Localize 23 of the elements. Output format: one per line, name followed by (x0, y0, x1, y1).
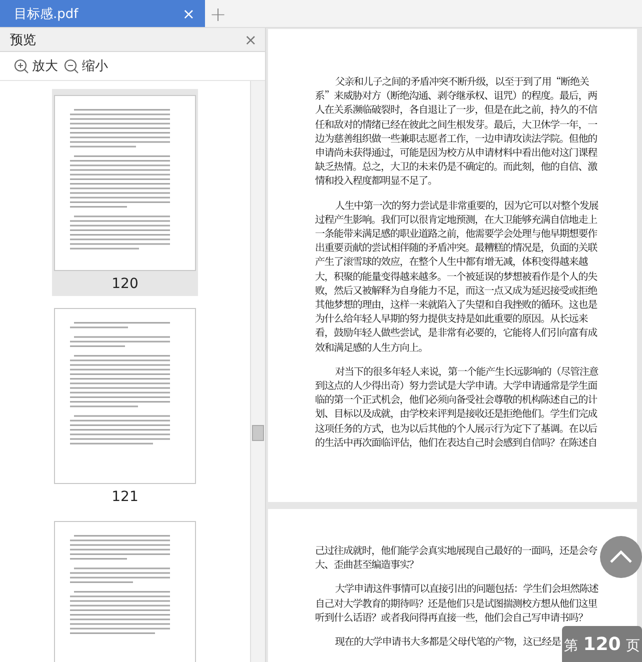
close-panel-button[interactable]: × (244, 30, 257, 48)
page-indicator: 第 120 页 (562, 626, 642, 662)
zoom-out-button[interactable]: 缩小 (64, 57, 108, 75)
page-number: 121 (112, 489, 138, 505)
zoom-in-icon (14, 58, 29, 74)
close-tab-button[interactable]: × (182, 4, 195, 22)
tab-title: 目标感.pdf (14, 6, 78, 22)
paragraph: 己过往成就时，他们能学会真实地展现自己最好的一面吗，还是会夸大、歪曲甚至编造事实？ (315, 543, 598, 572)
paragraph: 父亲和儿子之间的矛盾冲突不断升级，以至于到了用“断绝关系”来威胁对方（断绝沟通、剥夺继承权、诅咒）的程度。最后，两人在关系濒临破裂时，各自退让了一步，但是在此之前，持久的不信任和敌对的情绪已经在彼此之间生根发芽。最后，大卫休学一年，一边为慈善组织做一些兼职志愿者工作，一边申请攻读法学院。但他的申请尚未获得通过，可能是因为校方从申请材料中看出他对这门课程缺乏热情。总之，大卫的未来仍是不确定的。而此刻，他的自信、激情和投入程度都明显不足了。 (315, 74, 598, 188)
paragraph: 对当下的很多年轻人来说，第一个能产生长远影响的（尽管注意到这点的人少得出奇）努力尝试是大学申请。大学申请通常是学生面临的第一个正式机会，他们必须向备受社会尊敬的机构陈述自己的计划、目标以及成就，由学校来评判是接收还是拒绝他们。学生们完成这项任务的方式，也为以后其他的个人展示行为定下了基调。在以后的生活中再次面临评估，他们在表达自己时会感到自信吗？在陈述自 (315, 364, 600, 450)
zoom-out-icon (64, 58, 79, 74)
document-tab[interactable]: 目标感.pdf × (0, 0, 205, 27)
page-thumbnail[interactable]: 121 (52, 302, 198, 509)
scrollbar-thumb[interactable] (252, 425, 264, 441)
zoom-in-button[interactable]: 放大 (14, 57, 58, 75)
page-number: 120 (112, 276, 138, 292)
chevron-up-icon (609, 550, 633, 564)
page-thumbnail[interactable]: 120 (52, 89, 198, 296)
paragraph: 大学申请这件事情可以直接引出的问题包括：学生们会坦然陈述自己对大学教育的期待吗？还是他们只是试图揣测校方想从他们这里听到什么话语？或者我问得再直接一些，他们会自己写申请书吗？ (315, 581, 600, 624)
scrollbar[interactable] (250, 81, 265, 662)
paragraph: 现在的大学申请书大多都是父母代笔的产物，这已经是 (334, 634, 561, 648)
paragraph: 人生中第一次的努力尝试是非常重要的，因为它可以对整个发展过程产生影响。我们可以很肯定地预测，在大卫能够充满自信地走上一条能带来满足感的职业道路之前，他需要学会处理与他早期想要作出重要贡献的尝试相伴随的矛盾冲突。最糟糕的情况是，负面的关联产生了滚雪球的效应，在整个人生中都有增无减，体积变得越来越大，积聚的能量变得越来越多。一个被延误的梦想被看作是个人的失败，然后又被解释为自身能力不足，而这一点又成为延迟接受或拒绝其他梦想的理由，这样一来就陷入了失望和自我挫败的循环。这也是为什么给年轻人早期的努力提供支持是如此重要的原因。从长远来看，鼓励年轻人做些尝试，是非常有必要的，它能将人们引向富有成效和满足感的人生方向上。 (315, 198, 600, 354)
panel-title: 预览 (10, 32, 36, 48)
